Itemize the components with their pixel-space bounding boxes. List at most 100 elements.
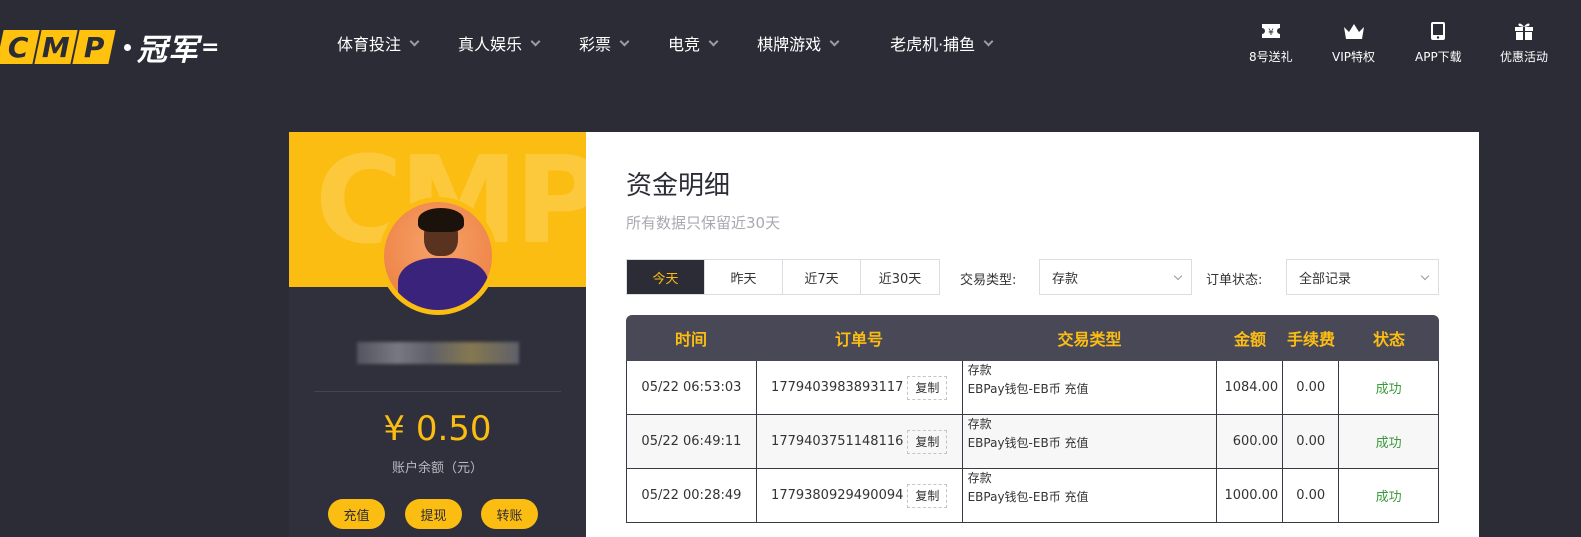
nav-label: 电竞 — [668, 35, 701, 54]
cell-time: 05/22 06:49:11 — [627, 415, 757, 468]
nav-item-esports[interactable]: 电竞 — [668, 31, 719, 55]
table-header: 时间 订单号 交易类型 金额 手续费 状态 — [626, 315, 1439, 361]
logo-letter-box: M — [34, 30, 78, 64]
chevron-down-icon — [530, 36, 541, 46]
nav-item-live-casino[interactable]: 真人娱乐 — [458, 31, 541, 55]
logo-chinese-text: 冠军 — [137, 33, 199, 68]
top-header: C M P 冠军 = 体育投注 真人娱乐 彩票 电竞 棋牌游戏 老虎机·捕鱼 ¥… — [0, 0, 1581, 86]
nav-label: 真人娱乐 — [458, 35, 523, 54]
transaction-type-label: 交易类型: — [960, 273, 1017, 288]
tab-yesterday[interactable]: 昨天 — [705, 260, 783, 294]
site-logo[interactable]: C M P 冠军 = — [0, 25, 219, 69]
date-range-tabs: 今天 昨天 近7天 近30天 — [626, 259, 940, 295]
column-header-time: 时间 — [674, 330, 707, 349]
order-status-label: 订单状态: — [1206, 273, 1263, 288]
table-row: 05/22 06:49:11 1779403751148116 复制 存款 EB… — [626, 415, 1440, 469]
column-header-amount: 金额 — [1233, 330, 1266, 349]
logo-letter: C — [7, 30, 29, 64]
type-detail: EBPay钱包-EB币 充值 — [967, 490, 1089, 504]
cell-time: 05/22 06:53:03 — [627, 361, 757, 414]
order-id-text: 1779403983893117 — [771, 380, 904, 395]
profile-panel: CMP ¥ 0.50 账户余额（元） 充值 提现 转账 — [289, 132, 586, 537]
chevron-down-icon — [1173, 271, 1183, 281]
cell-order-id: 1779380929490094 复制 — [757, 469, 963, 522]
nav-label: 棋牌游戏 — [757, 35, 822, 54]
copy-button[interactable]: 复制 — [907, 483, 948, 508]
copy-button[interactable]: 复制 — [907, 375, 948, 400]
fund-details-panel: 资金明细 所有数据只保留近30天 今天 昨天 近7天 近30天 交易类型: 存款… — [586, 132, 1479, 537]
deposit-button[interactable]: 充值 — [328, 499, 385, 529]
logo-letter: P — [83, 30, 105, 64]
order-status-select[interactable]: 全部记录 — [1286, 259, 1439, 295]
logo-letter: M — [42, 30, 70, 64]
order-id-text: 1779380929490094 — [771, 488, 904, 503]
cell-fee: 0.00 — [1283, 361, 1340, 414]
quick-link-promotions[interactable]: 优惠活动 — [1500, 20, 1548, 65]
tab-30-days[interactable]: 近30天 — [861, 260, 939, 294]
avatar-body — [398, 258, 488, 310]
withdraw-button[interactable]: 提现 — [405, 499, 462, 529]
page-subtitle: 所有数据只保留近30天 — [626, 214, 781, 232]
type-main: 存款 — [967, 417, 992, 431]
chevron-down-icon — [1420, 271, 1430, 281]
cell-fee: 0.00 — [1283, 415, 1340, 468]
page-title: 资金明细 — [626, 171, 731, 201]
crown-icon — [1343, 20, 1365, 42]
cell-order-id: 1779403751148116 复制 — [757, 415, 963, 468]
status-badge: 成功 — [1339, 361, 1440, 414]
table-row: 05/22 06:53:03 1779403983893117 复制 存款 EB… — [626, 361, 1440, 415]
cell-fee: 0.00 — [1283, 469, 1340, 522]
account-balance: ¥ 0.50 — [383, 409, 492, 449]
logo-letter-box: C — [0, 30, 40, 64]
cell-amount: 1084.00 — [1217, 361, 1284, 414]
transfer-button[interactable]: 转账 — [481, 499, 538, 529]
quick-link-label: VIP特权 — [1332, 50, 1375, 64]
avatar[interactable] — [379, 197, 497, 315]
copy-button[interactable]: 复制 — [907, 429, 948, 454]
tab-7-days[interactable]: 近7天 — [783, 260, 861, 294]
quick-link-label: 8号送礼 — [1249, 50, 1293, 64]
cell-type: 存款 EBPay钱包-EB币 充值 — [963, 361, 1218, 414]
nav-label: 体育投注 — [337, 35, 402, 54]
logo-letter-box: P — [72, 30, 116, 64]
divider — [314, 391, 561, 392]
nav-item-sports[interactable]: 体育投注 — [337, 31, 420, 55]
nav-item-card-games[interactable]: 棋牌游戏 — [757, 31, 840, 55]
transactions-table: 时间 订单号 交易类型 金额 手续费 状态 05/22 06:53:03 177… — [626, 315, 1440, 523]
quick-link-app-download[interactable]: APP下载 — [1415, 20, 1462, 65]
nav-item-slots-fishing[interactable]: 老虎机·捕鱼 — [890, 31, 994, 55]
tab-today[interactable]: 今天 — [627, 260, 705, 294]
logo-dot — [124, 43, 131, 51]
select-value: 存款 — [1052, 271, 1079, 287]
nav-label: 老虎机·捕鱼 — [890, 35, 976, 54]
cell-type: 存款 EBPay钱包-EB币 充值 — [963, 469, 1218, 522]
quick-link-vip[interactable]: VIP特权 — [1332, 20, 1375, 65]
account-balance-label: 账户余额（元） — [391, 461, 483, 476]
select-value: 全部记录 — [1299, 271, 1352, 287]
type-detail: EBPay钱包-EB币 充值 — [967, 436, 1089, 450]
quick-link-gift-8th[interactable]: ¥ 8号送礼 — [1249, 20, 1293, 65]
avatar-hair — [418, 208, 464, 232]
nav-item-lottery[interactable]: 彩票 — [579, 31, 630, 55]
chevron-down-icon — [829, 36, 840, 46]
column-header-fee: 手续费 — [1286, 330, 1335, 349]
table-row: 05/22 00:28:49 1779380929490094 复制 存款 EB… — [626, 469, 1440, 523]
chevron-down-icon — [409, 36, 420, 46]
transaction-type-select[interactable]: 存款 — [1039, 259, 1192, 295]
column-header-type: 交易类型 — [1057, 330, 1122, 349]
gift-icon — [1513, 20, 1535, 42]
chevron-down-icon — [983, 36, 994, 46]
cell-order-id: 1779403983893117 复制 — [757, 361, 963, 414]
logo-swoosh: = — [201, 34, 220, 60]
order-id-text: 1779403751148116 — [771, 434, 904, 449]
column-header-order-id: 订单号 — [834, 330, 883, 349]
cell-amount: 1000.00 — [1217, 469, 1284, 522]
type-main: 存款 — [967, 363, 992, 377]
status-badge: 成功 — [1339, 415, 1440, 468]
nav-label: 彩票 — [579, 35, 612, 54]
cell-type: 存款 EBPay钱包-EB币 充值 — [963, 415, 1218, 468]
chevron-down-icon — [619, 36, 630, 46]
column-header-status: 状态 — [1372, 330, 1405, 349]
cell-amount: 600.00 — [1217, 415, 1284, 468]
quick-link-label: 优惠活动 — [1500, 50, 1549, 64]
